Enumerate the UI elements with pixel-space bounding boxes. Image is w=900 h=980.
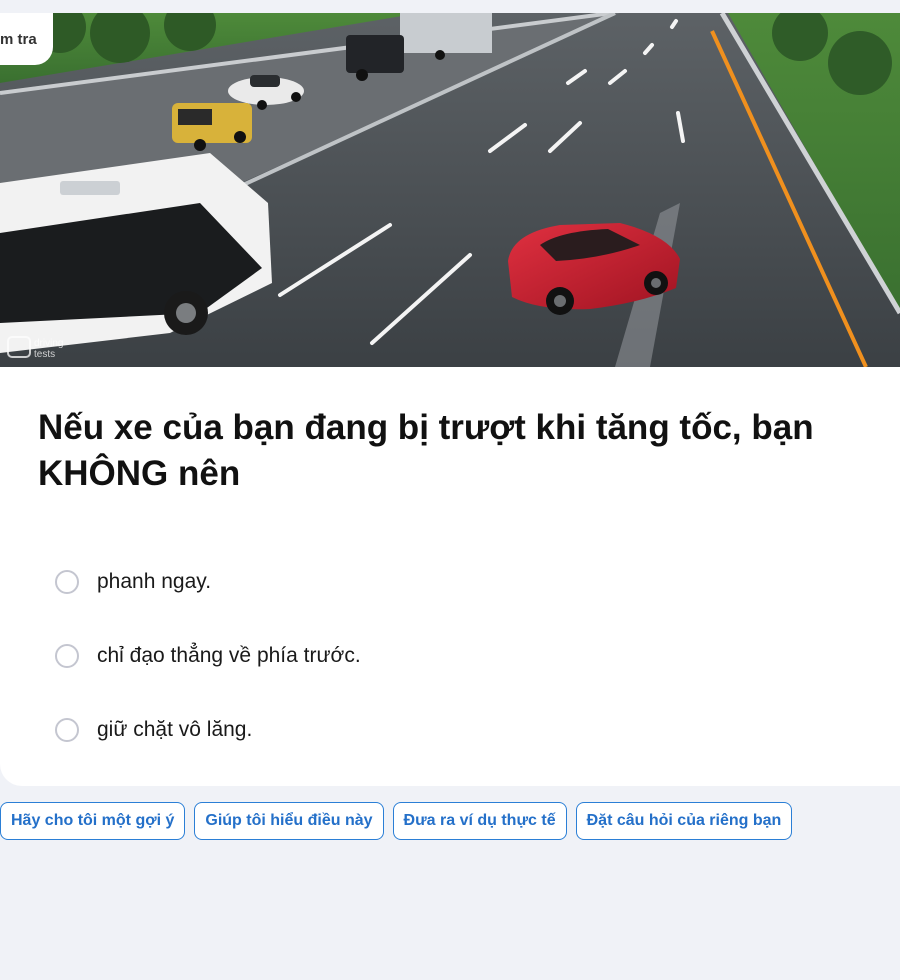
explain-button[interactable]: Giúp tôi hiểu điều này bbox=[194, 802, 384, 840]
real-example-button[interactable]: Đưa ra ví dụ thực tế bbox=[392, 802, 567, 840]
suggestion-chips: Hãy cho tôi một gợi ý Giúp tôi hiểu điều… bbox=[0, 802, 793, 840]
answer-text: phanh ngay. bbox=[97, 570, 212, 593]
answer-text: chỉ đạo thẳng về phía trước. bbox=[97, 644, 361, 667]
answer-list: phanh ngay. chỉ đạo thẳng về phía trước.… bbox=[55, 553, 855, 775]
answer-option-2[interactable]: chỉ đạo thẳng về phía trước. bbox=[55, 627, 855, 685]
radio-circle-icon[interactable] bbox=[55, 644, 79, 668]
answer-text: giữ chặt vô lăng. bbox=[97, 718, 253, 741]
question-card: driving tests m tra Nếu xe của bạn đang … bbox=[0, 13, 900, 786]
radio-circle-icon[interactable] bbox=[55, 718, 79, 742]
road-scene-svg: driving tests bbox=[0, 13, 900, 367]
test-mode-label: m tra bbox=[0, 30, 37, 48]
radio-circle-icon[interactable] bbox=[55, 570, 79, 594]
watermark-line2: tests bbox=[34, 349, 55, 360]
hint-button[interactable]: Hãy cho tôi một gợi ý bbox=[0, 802, 186, 840]
answer-option-1[interactable]: phanh ngay. bbox=[55, 553, 855, 611]
watermark-line1: driving bbox=[34, 338, 63, 349]
road-scene-image: driving tests m tra bbox=[0, 13, 900, 367]
test-mode-pill[interactable]: m tra bbox=[0, 13, 53, 65]
answer-option-3[interactable]: giữ chặt vô lăng. bbox=[55, 701, 855, 759]
question-title: Nếu xe của bạn đang bị trượt khi tăng tố… bbox=[38, 408, 814, 493]
ask-own-question-button[interactable]: Đặt câu hỏi của riêng bạn bbox=[575, 802, 793, 840]
